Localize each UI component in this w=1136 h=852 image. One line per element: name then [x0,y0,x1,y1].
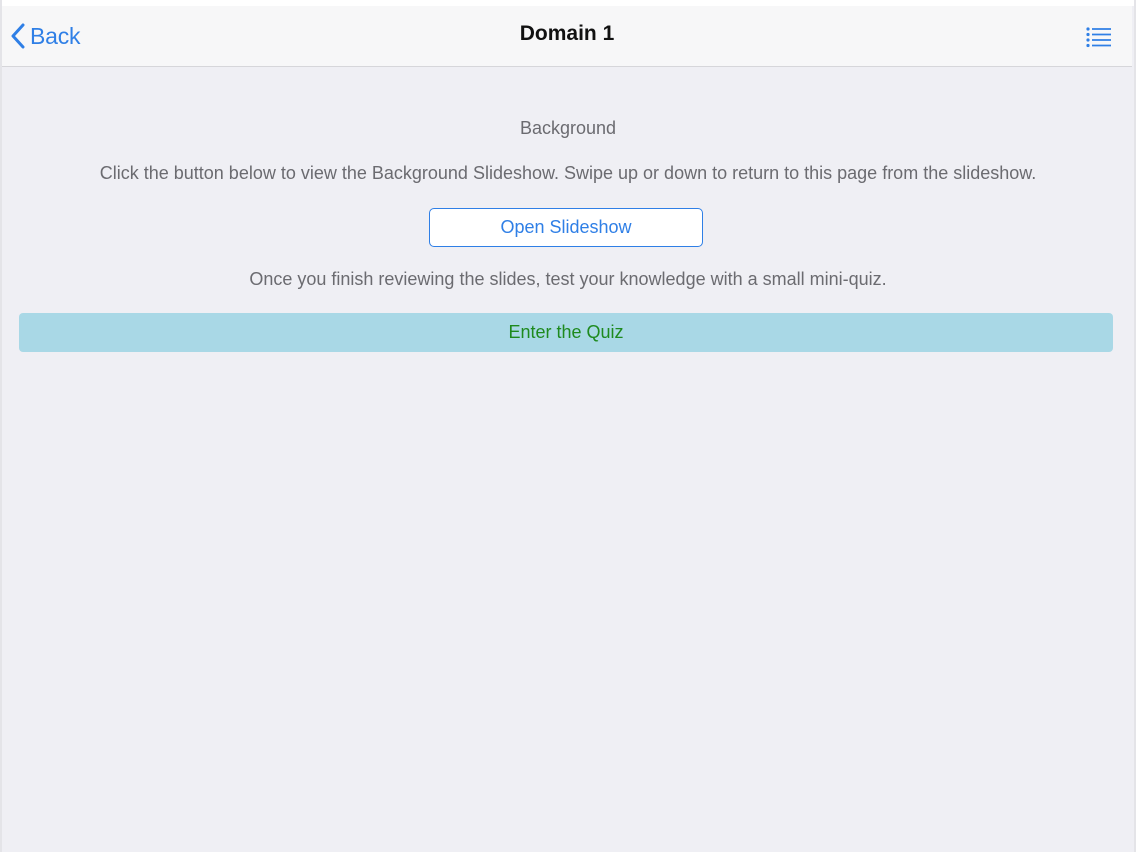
window-frame [0,0,1136,852]
